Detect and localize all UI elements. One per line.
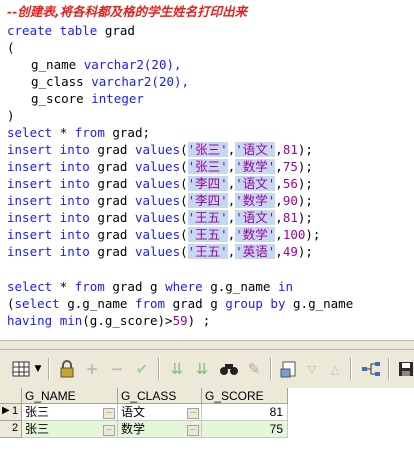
col1-type: varchar2(20),: [83, 57, 182, 72]
insert-line: insert into grad values('李四','数学',90);: [7, 193, 313, 208]
col1-name: g_name: [31, 57, 77, 72]
chevron-down-icon[interactable]: ▼: [33, 358, 43, 380]
insert-line: insert into grad values('张三','数学',75);: [7, 159, 313, 174]
col3-name: g_score: [31, 91, 84, 106]
select-kw: select: [7, 125, 53, 140]
col2-line: g_class varchar2(20),: [31, 73, 189, 90]
down-icon[interactable]: ▽: [301, 358, 323, 380]
table-row-2-class[interactable]: 数学...: [118, 421, 202, 438]
col1-line: g_name varchar2(20),: [31, 56, 182, 73]
lock-icon[interactable]: [56, 358, 78, 380]
select-star: *: [59, 125, 75, 140]
header-g-score[interactable]: G_SCORE: [202, 388, 288, 404]
cell-value: 语文: [121, 405, 146, 419]
up-icon[interactable]: △: [324, 358, 346, 380]
from-table: grad;: [104, 125, 151, 140]
insert-line: insert into grad values('王五','英语',49);: [7, 244, 313, 259]
grid-toolbar: ▼ + − ✔ ⇊ ⇊ ✎ ▽ △: [0, 350, 414, 388]
ellipsis-button[interactable]: ...: [187, 408, 199, 419]
create-line: create table grad: [7, 22, 135, 39]
save-icon[interactable]: [395, 358, 414, 380]
cell-value: 数学: [121, 422, 146, 436]
header-g-class[interactable]: G_CLASS: [118, 388, 202, 404]
row-indicator-1[interactable]: ▶ 1: [0, 404, 22, 421]
insert-line: insert into grad values('王五','语文',81);: [7, 210, 313, 225]
insert-line: insert into grad values('王五','数学',100);: [7, 227, 321, 242]
cell-value: 张三: [25, 405, 50, 419]
close-paren: ): [7, 108, 15, 123]
query-line-2: (select g.g_name from grad g group by g.…: [7, 296, 354, 311]
select-line: select * from grad;: [7, 124, 150, 141]
header-g-name[interactable]: G_NAME: [22, 388, 118, 404]
find-icon[interactable]: [218, 358, 240, 380]
table-row-2-name[interactable]: 张三...: [22, 421, 118, 438]
open-paren: (: [7, 40, 15, 55]
query-line-1: select * from grad g where g.g_name in: [7, 279, 294, 294]
col3-type: integer: [91, 91, 144, 106]
grid-corner: [0, 388, 22, 404]
table-row-1-score[interactable]: 81: [202, 404, 288, 421]
create-keyword: create table: [7, 23, 98, 38]
result-grid[interactable]: G_NAME G_CLASS G_SCORE ▶ 1 张三... 语文... 8…: [0, 388, 414, 454]
collapse-icon[interactable]: ⇊: [191, 358, 213, 380]
table-row-1-name[interactable]: 张三...: [22, 404, 118, 421]
col2-name: g_class: [31, 74, 84, 89]
col2-type: varchar2(20),: [91, 74, 190, 89]
sql-editor[interactable]: --创建表,将各科都及格的学生姓名打印出来 create table grad …: [0, 0, 414, 340]
add-icon[interactable]: +: [81, 358, 103, 380]
ellipsis-button[interactable]: ...: [103, 408, 115, 419]
ellipsis-button[interactable]: ...: [187, 425, 199, 436]
row-indicator-2[interactable]: 2: [0, 421, 22, 438]
insert-line: insert into grad values('张三','语文',81);: [7, 142, 313, 157]
ellipsis-button[interactable]: ...: [103, 425, 115, 436]
query-line-3: having min(g.g_score)>59) ;: [7, 313, 211, 328]
col3-line: g_score integer: [31, 90, 144, 107]
table-name: grad: [104, 23, 135, 38]
grid-icon[interactable]: [10, 358, 32, 380]
table-row-2-score[interactable]: 75: [202, 421, 288, 438]
query-icon[interactable]: [278, 358, 300, 380]
table-row-1-class[interactable]: 语文...: [118, 404, 202, 421]
clear-icon[interactable]: ✎: [243, 358, 265, 380]
from-kw: from: [74, 125, 105, 140]
post-icon[interactable]: ✔: [131, 358, 153, 380]
cell-value: 张三: [25, 422, 50, 436]
comment-line: --创建表,将各科都及格的学生姓名打印出来: [7, 4, 248, 19]
insert-line: insert into grad values('李四','语文',56);: [7, 176, 313, 191]
row-number: 2: [12, 422, 19, 434]
splitter[interactable]: [0, 340, 414, 350]
remove-icon[interactable]: −: [106, 358, 128, 380]
expand-icon[interactable]: ⇊: [166, 358, 188, 380]
link-icon[interactable]: [360, 358, 382, 380]
row-number: 1: [12, 405, 19, 417]
